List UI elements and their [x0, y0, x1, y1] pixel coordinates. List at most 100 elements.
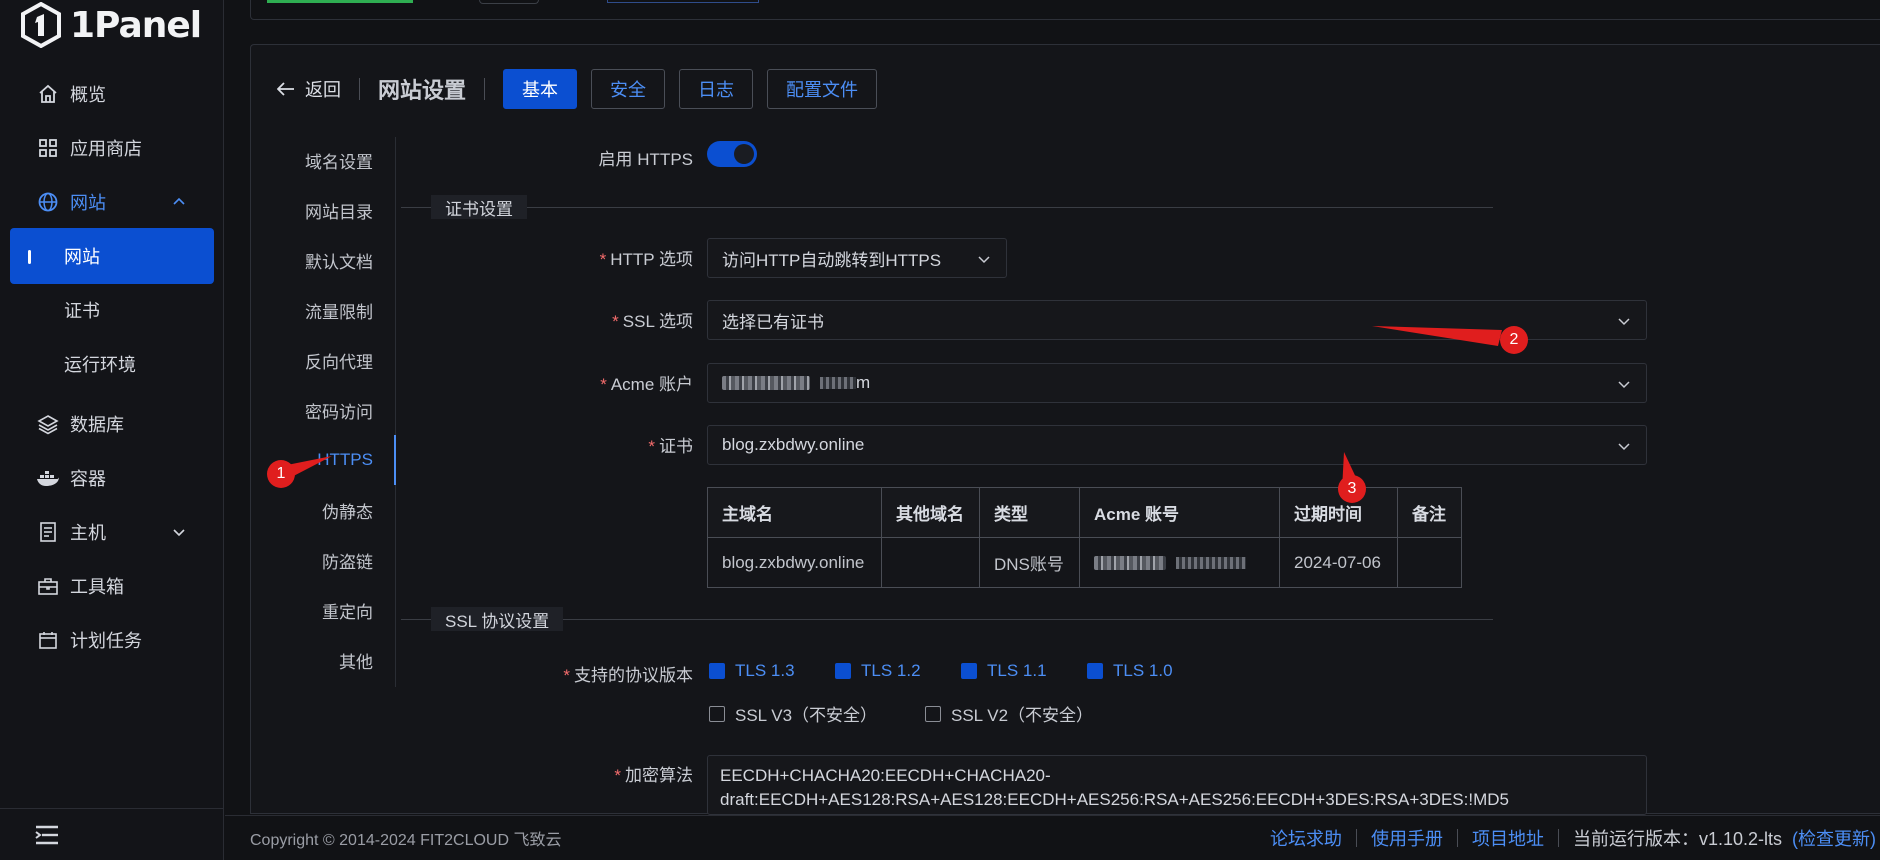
sidebar-item-label: 概览: [70, 85, 106, 105]
submenu-item-reverse-proxy[interactable]: 反向代理: [277, 335, 397, 385]
column-header: 其他域名: [881, 487, 980, 538]
cell-primary-domain: blog.zxbdwy.online: [707, 537, 882, 588]
arrow-left-icon: [277, 82, 294, 96]
sidebar-item-overview[interactable]: 概览: [10, 66, 214, 122]
home-icon: [36, 82, 60, 106]
http-option-select[interactable]: 访问HTTP自动跳转到HTTPS: [707, 238, 1007, 278]
redacted-email: [722, 376, 810, 390]
sidebar-item-label: 工具箱: [70, 577, 124, 597]
toolbar-button-edge[interactable]: [267, 0, 413, 3]
submenu-item-hotlink[interactable]: 防盗链: [277, 535, 397, 585]
submenu-item-rewrite[interactable]: 伪静态: [277, 485, 397, 535]
http-option-label: * HTTP 选项: [599, 250, 693, 269]
grid-icon: [36, 136, 60, 160]
divider: [1557, 829, 1559, 847]
cell-note: [1397, 537, 1462, 588]
submenu-item-redirect[interactable]: 重定向: [277, 585, 397, 635]
sidebar-collapse-button[interactable]: [0, 808, 224, 860]
footer-links: 论坛求助 使用手册 项目地址 当前运行版本：v1.10.2-lts (检查更新): [1270, 825, 1876, 851]
sidebar-item-certificate[interactable]: 证书: [10, 282, 214, 338]
column-header: 备注: [1397, 487, 1462, 538]
ssl-option-label: * SSL 选项: [612, 312, 693, 331]
column-header: Acme 账号: [1079, 487, 1280, 538]
cipher-line: EECDH+CHACHA20:EECDH+CHACHA20-: [720, 766, 1051, 785]
toolbar-button-edge[interactable]: [607, 0, 759, 3]
submenu-active-indicator: [394, 435, 396, 485]
cell-other-domains: [881, 537, 980, 588]
submenu-item-https[interactable]: HTTPS: [277, 435, 397, 485]
toolbar-button-edge[interactable]: [479, 0, 539, 4]
enable-https-label: 启用 HTTPS: [598, 150, 693, 169]
checkbox-tls11[interactable]: TLS 1.1: [961, 661, 1047, 681]
layers-icon: [36, 412, 60, 436]
acme-account-select[interactable]: m: [707, 363, 1647, 403]
checkbox-tls13[interactable]: TLS 1.3: [709, 661, 795, 681]
checkbox-sslv2[interactable]: SSL V2（不安全）: [925, 701, 1093, 726]
chevron-down-icon: [1618, 318, 1630, 326]
settings-submenu: 域名设置 网站目录 默认文档 流量限制 反向代理 密码访问 HTTPS 伪静态 …: [277, 135, 397, 685]
submenu-item-site-dir[interactable]: 网站目录: [277, 185, 397, 235]
https-form: 启用 HTTPS 证书设置 * HTTP 选项 访问HTTP自动跳转到HTTPS …: [401, 45, 1657, 815]
certificate-label: * 证书: [648, 437, 693, 456]
back-button[interactable]: 返回: [277, 76, 341, 102]
section-line: [401, 619, 1493, 620]
sidebar-item-label: 容器: [70, 469, 106, 489]
submenu-divider: [395, 137, 396, 687]
annotation-marker-2: 2: [1500, 326, 1528, 354]
sidebar-item-host[interactable]: 主机: [10, 504, 214, 560]
sidebar-item-website-group[interactable]: 网站: [10, 174, 214, 230]
submenu-item-rate-limit[interactable]: 流量限制: [277, 285, 397, 335]
website-settings-panel: 返回 网站设置 基本 安全 日志 配置文件 域名设置 网站目录 默认文档 流量限…: [250, 44, 1880, 815]
checkbox-tls10[interactable]: TLS 1.0: [1087, 661, 1173, 681]
cell-acme-account: [1079, 537, 1280, 588]
checkbox-tls12[interactable]: TLS 1.2: [835, 661, 921, 681]
submenu-item-password-access[interactable]: 密码访问: [277, 385, 397, 435]
1panel-logo-icon: [21, 2, 61, 48]
table-row: blog.zxbdwy.online DNS账号 2024-07-06: [707, 537, 1462, 588]
section-line: [401, 207, 1493, 208]
sidebar-item-label: 网站: [70, 193, 106, 213]
sidebar-item-container[interactable]: 容器: [10, 450, 214, 506]
enable-https-switch[interactable]: [707, 141, 757, 167]
sidebar-item-label: 证书: [64, 301, 100, 321]
top-toolbar-edge: [250, 0, 1880, 20]
check-update-link[interactable]: (检查更新): [1792, 825, 1876, 851]
copyright-text: Copyright © 2014-2024 FIT2CLOUD 飞致云: [250, 832, 562, 849]
chevron-down-icon: [1618, 443, 1630, 451]
toolbox-icon: [36, 574, 60, 598]
sidebar-item-runtime[interactable]: 运行环境: [10, 336, 214, 392]
sidebar-item-label: 主机: [70, 523, 106, 543]
brand-name: 1Panel: [70, 4, 202, 46]
column-header: 类型: [979, 487, 1080, 538]
sidebar-item-website[interactable]: 网站: [10, 228, 214, 284]
chevron-up-icon: [173, 197, 185, 205]
project-link[interactable]: 项目地址: [1472, 825, 1544, 851]
cipher-line: draft:EECDH+AES128:RSA+AES128:EECDH+AES2…: [720, 790, 1509, 809]
sidebar-item-label: 计划任务: [70, 631, 142, 651]
cipher-textarea[interactable]: EECDH+CHACHA20:EECDH+CHACHA20- draft:EEC…: [707, 755, 1647, 815]
annotation-marker-3: 3: [1338, 475, 1366, 503]
sidebar-item-label: 数据库: [70, 415, 124, 435]
submenu-item-default-doc[interactable]: 默认文档: [277, 235, 397, 285]
calendar-icon: [36, 628, 60, 652]
cert-settings-section: 证书设置: [401, 195, 1493, 219]
section-title: 证书设置: [431, 195, 527, 219]
sidebar-item-toolbox[interactable]: 工具箱: [10, 558, 214, 614]
chevron-down-icon: [978, 256, 990, 264]
sidebar-item-database[interactable]: 数据库: [10, 396, 214, 452]
manual-link[interactable]: 使用手册: [1371, 825, 1443, 851]
menu-fold-icon: [35, 825, 58, 844]
select-value: 选择已有证书: [722, 312, 824, 332]
checkbox-sslv3[interactable]: SSL V3（不安全）: [709, 701, 877, 726]
select-value: m: [856, 373, 871, 392]
forum-link[interactable]: 论坛求助: [1270, 825, 1342, 851]
submenu-item-domain[interactable]: 域名设置: [277, 135, 397, 185]
submenu-item-other[interactable]: 其他: [277, 635, 397, 685]
divider: [359, 78, 360, 100]
version-text: 当前运行版本：v1.10.2-lts: [1572, 829, 1782, 849]
select-value: 访问HTTP自动跳转到HTTPS: [722, 250, 942, 270]
certificate-select[interactable]: blog.zxbdwy.online: [707, 425, 1647, 465]
logo[interactable]: 1Panel: [20, 2, 202, 48]
sidebar-item-app-store[interactable]: 应用商店: [10, 120, 214, 176]
sidebar-item-cron[interactable]: 计划任务: [10, 612, 214, 668]
